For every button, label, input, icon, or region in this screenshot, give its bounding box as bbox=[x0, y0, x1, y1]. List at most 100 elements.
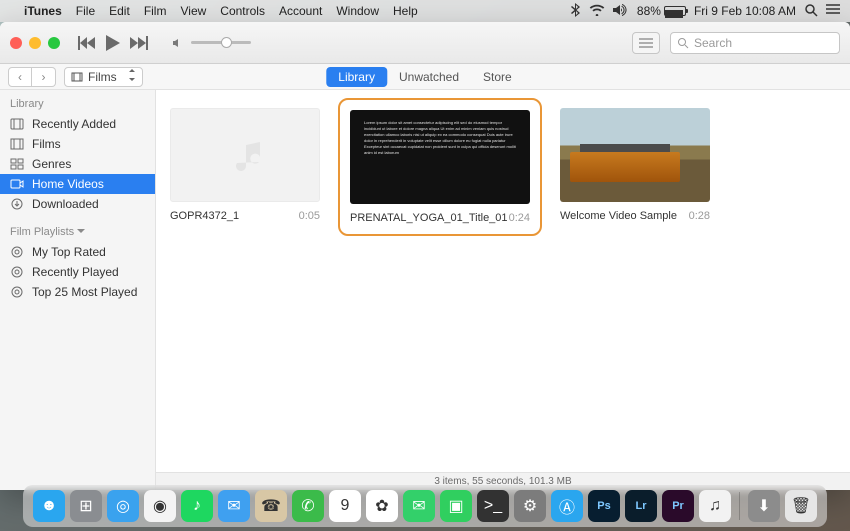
dock-icon-systemprefs[interactable]: ⚙ bbox=[514, 490, 546, 522]
nav-back-button[interactable]: ‹ bbox=[8, 67, 32, 87]
media-kind-selector[interactable]: Films bbox=[64, 67, 143, 87]
sidebar-item-label: Home Videos bbox=[32, 177, 104, 191]
selected-video-highlight: Lorem ipsum dolor sit amet consectetur a… bbox=[338, 98, 542, 236]
sidebar-item-label: Downloaded bbox=[32, 197, 99, 211]
bluetooth-icon[interactable] bbox=[571, 3, 581, 20]
volume-icon[interactable] bbox=[613, 4, 629, 19]
search-icon bbox=[677, 37, 689, 49]
previous-track-button[interactable] bbox=[78, 36, 96, 50]
app-menu[interactable]: iTunes bbox=[24, 4, 62, 18]
dock-icon-messages[interactable]: ✉ bbox=[403, 490, 435, 522]
video-title: Welcome Video Sample bbox=[560, 210, 677, 222]
next-track-button[interactable] bbox=[130, 36, 148, 50]
notification-center-icon[interactable] bbox=[826, 4, 840, 19]
battery-percentage: 88% bbox=[637, 4, 661, 18]
wifi-icon[interactable] bbox=[589, 4, 605, 19]
video-title: PRENATAL_YOGA_01_Title_01 bbox=[350, 212, 508, 224]
play-button[interactable] bbox=[106, 35, 120, 51]
video-duration: 0:05 bbox=[299, 210, 320, 222]
source-bar: ‹ › Films Library Unwatched Store bbox=[0, 64, 850, 90]
dock-icon-appstore[interactable]: Ⓐ bbox=[551, 490, 583, 522]
search-field[interactable]: Search bbox=[670, 32, 840, 54]
sidebar-item-label: Films bbox=[32, 137, 61, 151]
close-window-button[interactable] bbox=[10, 37, 22, 49]
download-icon bbox=[10, 198, 24, 210]
tab-unwatched[interactable]: Unwatched bbox=[387, 67, 471, 87]
dock-icon-mail[interactable]: ✉ bbox=[218, 490, 250, 522]
chevron-down-icon bbox=[77, 229, 85, 235]
dock: ☻⊞◎◉♪✉☎✆9✿✉▣>_⚙ⒶPsLrPr♫⬇🗑 bbox=[23, 485, 827, 527]
dock-separator bbox=[739, 492, 740, 520]
list-view-button[interactable] bbox=[632, 32, 660, 54]
tab-library[interactable]: Library bbox=[326, 67, 387, 87]
video-duration: 0:28 bbox=[689, 210, 710, 222]
system-menubar: iTunes File Edit Film View Controls Acco… bbox=[0, 0, 850, 22]
zoom-window-button[interactable] bbox=[48, 37, 60, 49]
dock-icon-whatsapp[interactable]: ✆ bbox=[292, 490, 324, 522]
video-tile[interactable]: Welcome Video Sample 0:28 bbox=[560, 108, 710, 222]
sidebar-category-playlists[interactable]: Film Playlists bbox=[0, 224, 155, 242]
dock-icon-trash[interactable]: 🗑 bbox=[785, 490, 817, 522]
media-kind-label: Films bbox=[88, 70, 117, 84]
video-tile[interactable]: GOPR4372_1 0:05 bbox=[170, 108, 320, 222]
dock-icon-safari[interactable]: ◎ bbox=[107, 490, 139, 522]
sidebar-category-library: Library bbox=[0, 96, 155, 114]
video-thumbnail bbox=[560, 108, 710, 202]
volume-slider[interactable] bbox=[173, 38, 251, 48]
menu-view[interactable]: View bbox=[180, 4, 206, 18]
menu-file[interactable]: File bbox=[76, 4, 95, 18]
dock-icon-chrome[interactable]: ◉ bbox=[144, 490, 176, 522]
window-toolbar: Search bbox=[0, 22, 850, 64]
dock-icon-lightroom[interactable]: Lr bbox=[625, 490, 657, 522]
dock-icon-photos[interactable]: ✿ bbox=[366, 490, 398, 522]
film-icon bbox=[10, 138, 24, 150]
nav-forward-button[interactable]: › bbox=[32, 67, 56, 87]
chevron-updown-icon bbox=[128, 69, 136, 84]
dock-icon-spotify[interactable]: ♪ bbox=[181, 490, 213, 522]
tab-store[interactable]: Store bbox=[471, 67, 524, 87]
camera-icon bbox=[10, 178, 24, 190]
sidebar-item-label: Genres bbox=[32, 157, 71, 171]
sidebar-item-label: Top 25 Most Played bbox=[32, 285, 137, 299]
sidebar-item-top-25[interactable]: Top 25 Most Played bbox=[0, 282, 155, 302]
menu-film[interactable]: Film bbox=[144, 4, 167, 18]
sidebar-item-my-top-rated[interactable]: My Top Rated bbox=[0, 242, 155, 262]
minimize-window-button[interactable] bbox=[29, 37, 41, 49]
sidebar-item-films[interactable]: Films bbox=[0, 134, 155, 154]
battery-indicator[interactable]: 88% bbox=[637, 4, 686, 18]
dock-icon-downloads[interactable]: ⬇ bbox=[748, 490, 780, 522]
clock-icon bbox=[10, 118, 24, 130]
dock-icon-photoshop[interactable]: Ps bbox=[588, 490, 620, 522]
menu-window[interactable]: Window bbox=[336, 4, 379, 18]
sidebar-item-recently-added[interactable]: Recently Added bbox=[0, 114, 155, 134]
dock-icon-calendar[interactable]: 9 bbox=[329, 490, 361, 522]
grid-icon bbox=[10, 158, 24, 170]
video-thumbnail: Lorem ipsum dolor sit amet consectetur a… bbox=[350, 110, 530, 204]
menu-edit[interactable]: Edit bbox=[109, 4, 130, 18]
video-tile[interactable]: Lorem ipsum dolor sit amet consectetur a… bbox=[350, 110, 530, 224]
gear-icon bbox=[10, 245, 24, 259]
battery-icon bbox=[664, 6, 686, 16]
menubar-clock[interactable]: Fri 9 Feb 10:08 AM bbox=[694, 4, 796, 18]
dock-icon-contacts[interactable]: ☎ bbox=[255, 490, 287, 522]
dock-icon-facetime[interactable]: ▣ bbox=[440, 490, 472, 522]
dock-icon-finder[interactable]: ☻ bbox=[33, 490, 65, 522]
dock-icon-launchpad[interactable]: ⊞ bbox=[70, 490, 102, 522]
sidebar: Library Recently Added Films Genres Home… bbox=[0, 90, 156, 490]
sidebar-item-genres[interactable]: Genres bbox=[0, 154, 155, 174]
dock-icon-premiere[interactable]: Pr bbox=[662, 490, 694, 522]
video-duration: 0:24 bbox=[509, 212, 530, 224]
menu-account[interactable]: Account bbox=[279, 4, 322, 18]
menu-help[interactable]: Help bbox=[393, 4, 418, 18]
dock-icon-terminal[interactable]: >_ bbox=[477, 490, 509, 522]
itunes-window: Search ‹ › Films Library Unwatched Store… bbox=[0, 22, 850, 490]
sidebar-item-label: My Top Rated bbox=[32, 245, 106, 259]
sidebar-item-recently-played[interactable]: Recently Played bbox=[0, 262, 155, 282]
dock-icon-itunes[interactable]: ♫ bbox=[699, 490, 731, 522]
menu-controls[interactable]: Controls bbox=[220, 4, 265, 18]
sidebar-item-downloaded[interactable]: Downloaded bbox=[0, 194, 155, 214]
video-thumbnail bbox=[170, 108, 320, 202]
sidebar-item-home-videos[interactable]: Home Videos bbox=[0, 174, 155, 194]
spotlight-icon[interactable] bbox=[804, 3, 818, 20]
content-area: GOPR4372_1 0:05 Lorem ipsum dolor sit am… bbox=[156, 90, 850, 490]
